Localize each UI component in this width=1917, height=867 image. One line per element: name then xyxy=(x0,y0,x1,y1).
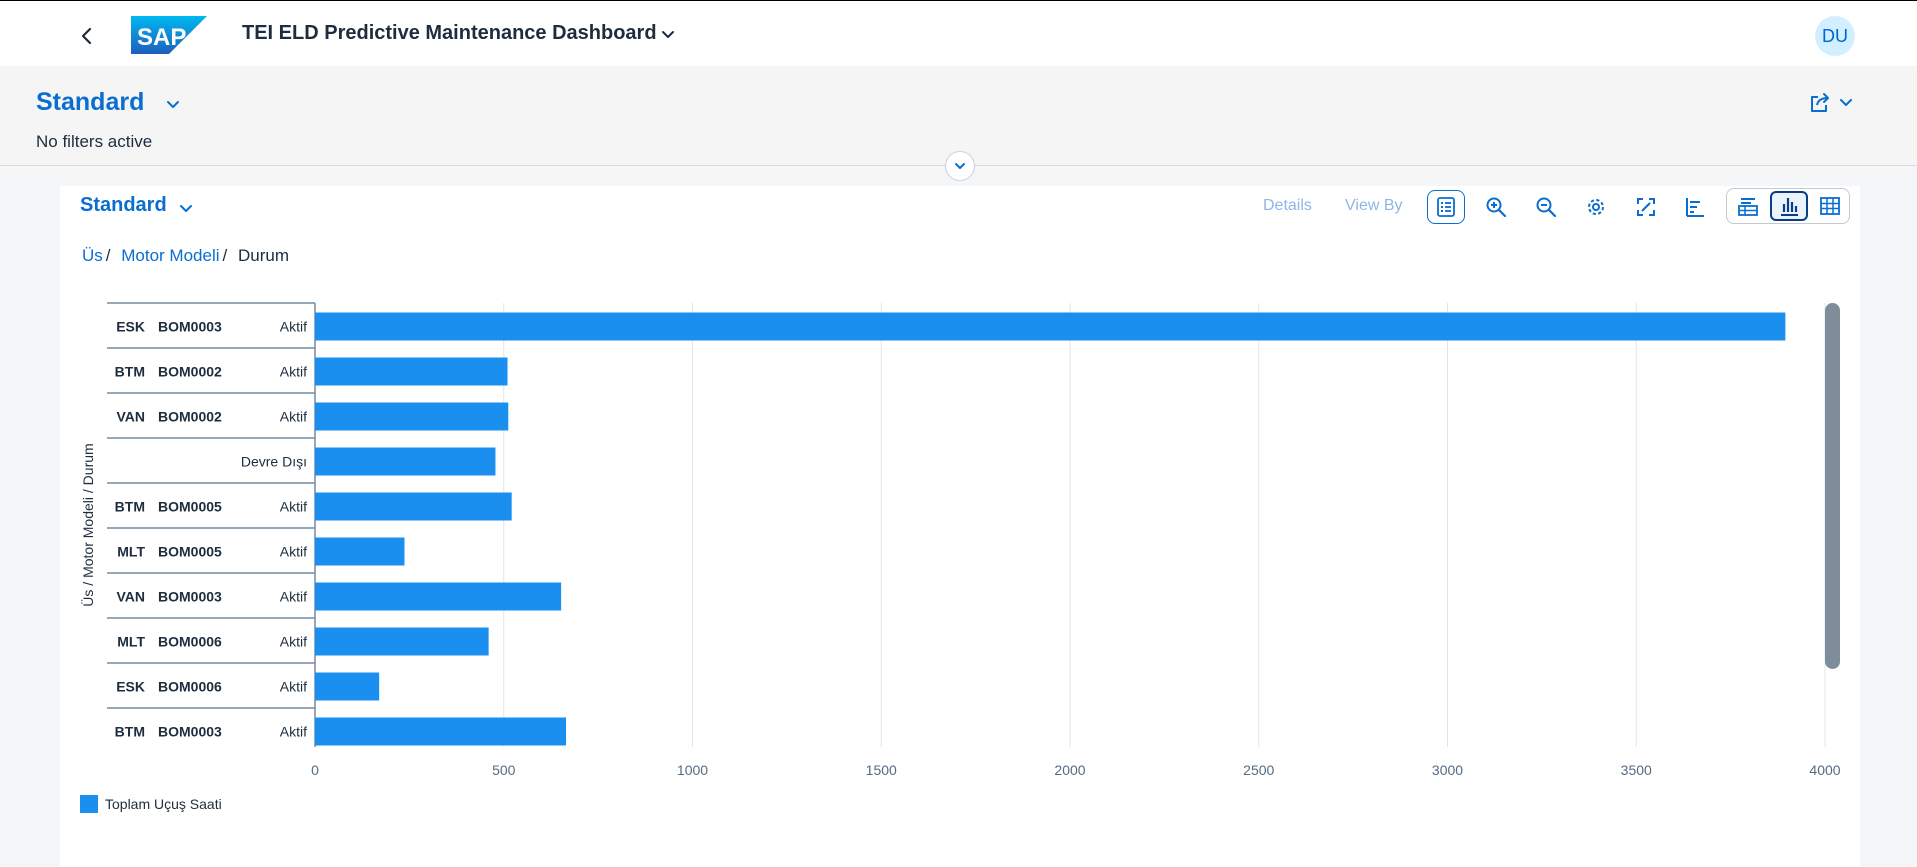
y-axis-title: Üs / Motor Modeli / Durum xyxy=(79,443,96,606)
bar xyxy=(315,492,512,521)
category-label-durum: Aktif xyxy=(280,679,307,695)
category-label-durum: Aktif xyxy=(280,409,307,425)
x-tick-label: 3500 xyxy=(1621,762,1652,778)
x-tick-label: 4000 xyxy=(1809,762,1840,778)
category-label-durum: Aktif xyxy=(280,724,307,740)
bar xyxy=(315,312,1786,341)
category-label-durum: Aktif xyxy=(280,634,307,650)
chart-scrollbar[interactable] xyxy=(1825,303,1840,669)
category-label-durum: Aktif xyxy=(280,589,307,605)
bar xyxy=(315,582,562,611)
x-tick-label: 2500 xyxy=(1243,762,1274,778)
category-label-model: BOM0003 xyxy=(158,589,222,605)
bar xyxy=(315,627,489,656)
collapse-header-button[interactable] xyxy=(945,151,975,181)
category-label-model: BOM0002 xyxy=(158,364,222,380)
x-tick-label: 1500 xyxy=(866,762,897,778)
category-label-durum: Aktif xyxy=(280,499,307,515)
category-label-us: BTM xyxy=(115,724,145,740)
category-label-model: BOM0003 xyxy=(158,319,222,335)
category-label-durum: Devre Dışı xyxy=(241,454,307,470)
bar xyxy=(315,717,567,746)
category-label-model: BOM0006 xyxy=(158,634,222,650)
category-label-model: BOM0005 xyxy=(158,544,222,560)
x-tick-label: 500 xyxy=(492,762,516,778)
bar xyxy=(315,537,405,566)
category-label-model: BOM0003 xyxy=(158,724,222,740)
bar xyxy=(315,402,509,431)
chevron-down-icon xyxy=(955,163,965,169)
category-label-us: MLT xyxy=(117,544,145,560)
category-label-us: VAN xyxy=(116,409,145,425)
x-tick-label: 3000 xyxy=(1432,762,1463,778)
category-label-durum: Aktif xyxy=(280,319,307,335)
category-label-us: BTM xyxy=(115,499,145,515)
category-label-us: ESK xyxy=(116,679,145,695)
category-label-durum: Aktif xyxy=(280,364,307,380)
bar xyxy=(315,672,380,701)
category-label-model: BOM0005 xyxy=(158,499,222,515)
category-label-model: BOM0006 xyxy=(158,679,222,695)
category-label-durum: Aktif xyxy=(280,544,307,560)
category-label-us: BTM xyxy=(115,364,145,380)
bar-chart: 0 500 1000 1500 2000 2500 3000 3500 4000 ESK BOM00… xyxy=(79,302,1841,813)
bar xyxy=(315,357,508,386)
category-label-us: VAN xyxy=(116,589,145,605)
x-tick-label: 0 xyxy=(311,762,319,778)
legend-label: Toplam Uçuş Saati xyxy=(105,796,222,812)
category-label-us: ESK xyxy=(116,319,145,335)
category-label-model: BOM0002 xyxy=(158,409,222,425)
legend-swatch xyxy=(80,795,98,813)
x-tick-label: 1000 xyxy=(677,762,708,778)
bar xyxy=(315,447,496,476)
x-tick-label: 2000 xyxy=(1054,762,1085,778)
category-label-us: MLT xyxy=(117,634,145,650)
